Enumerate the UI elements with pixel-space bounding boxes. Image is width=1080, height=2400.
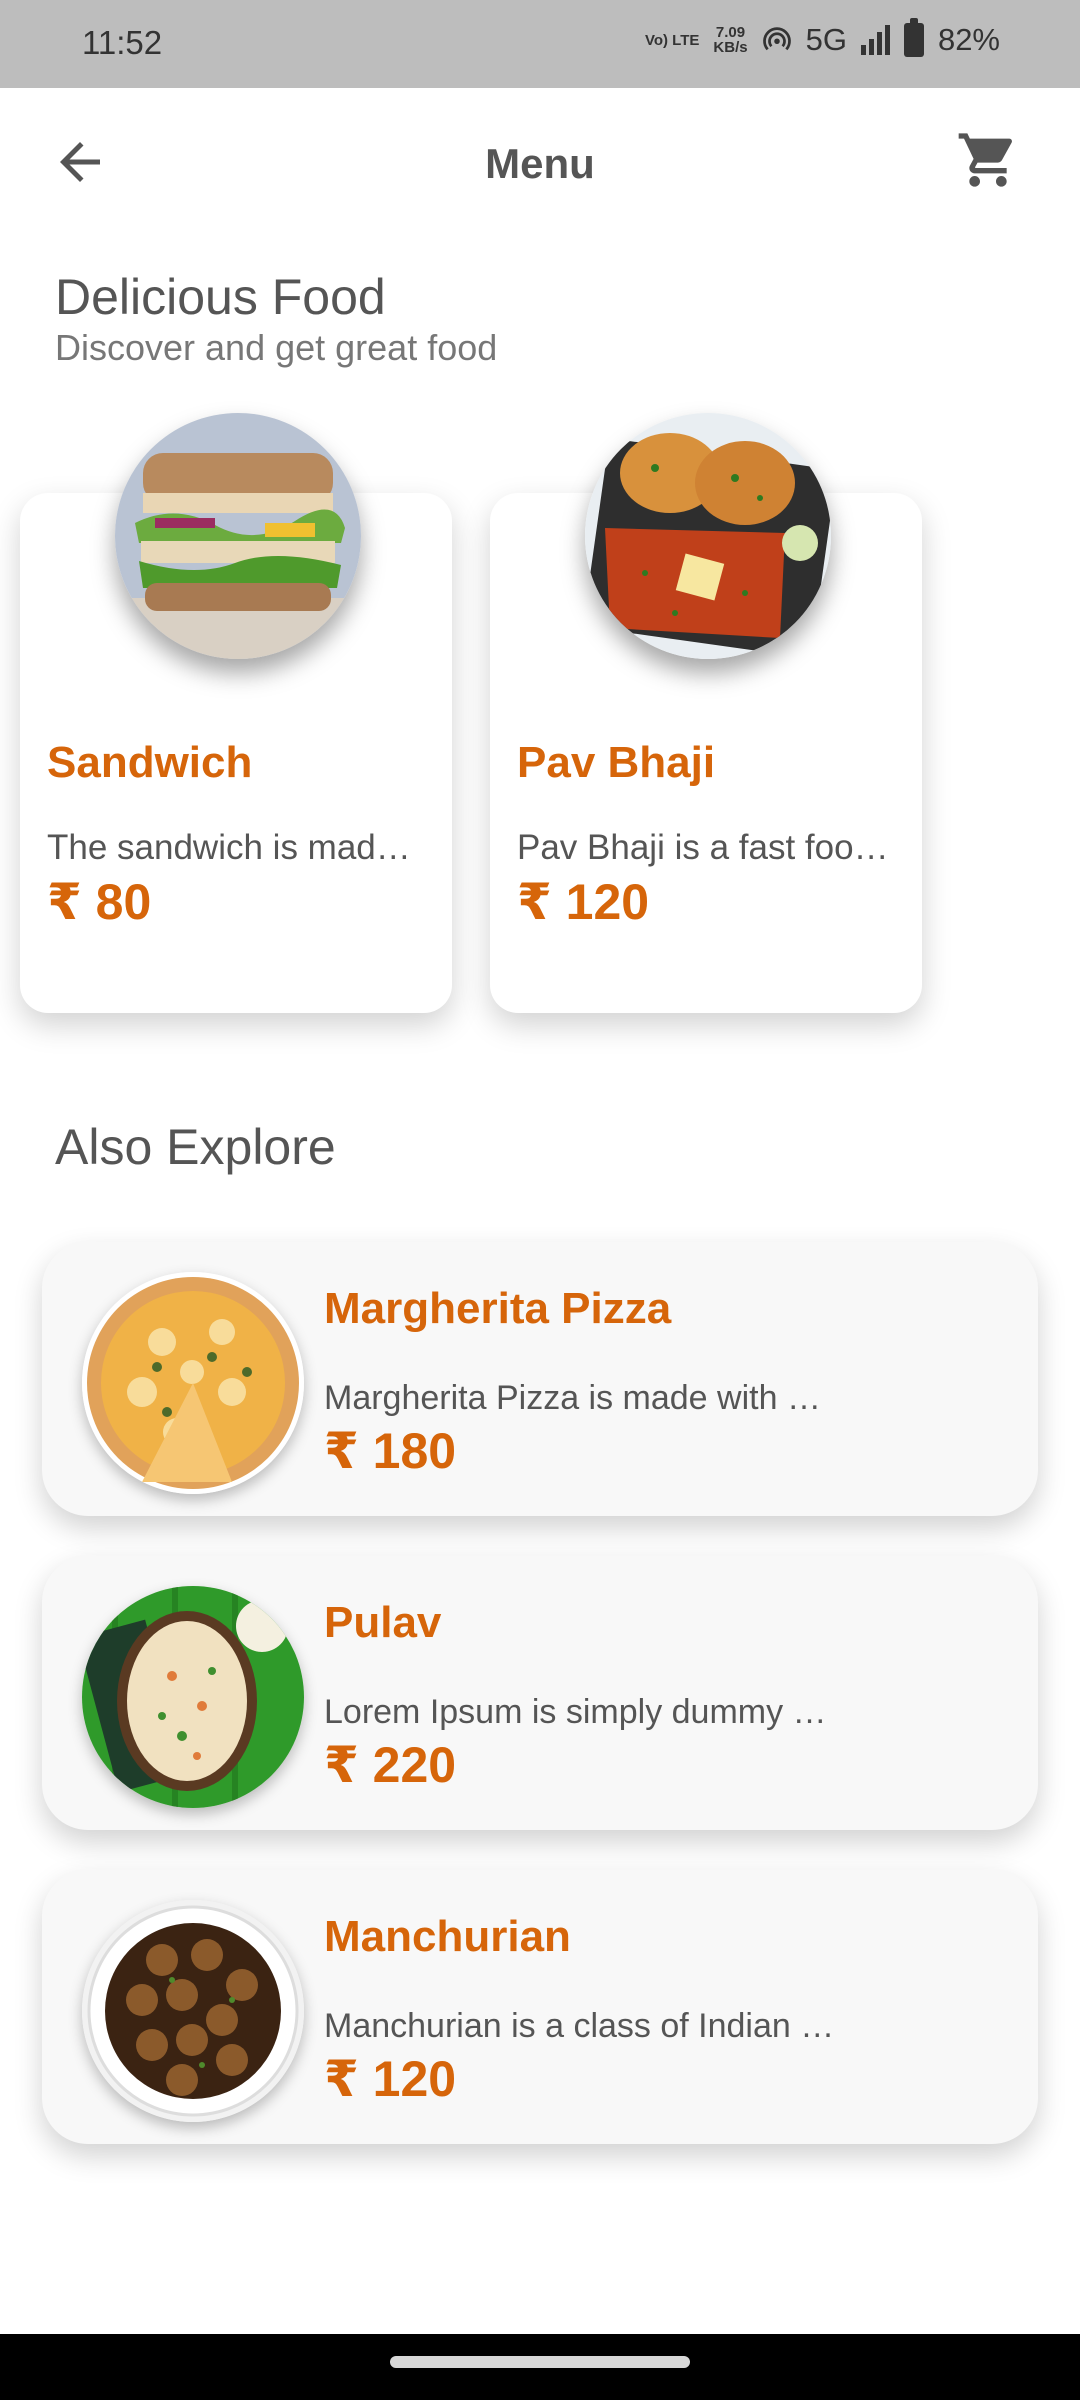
food-card-sandwich[interactable]: Sandwich The sandwich is mad… ₹ 80 (20, 413, 452, 1013)
card-description: The sandwich is mad… (47, 828, 411, 867)
pav-bhaji-image (585, 413, 831, 659)
network-speed: 7.09 KB/s (713, 25, 747, 55)
featured-subtitle: Discover and get great food (55, 327, 498, 368)
featured-title: Delicious Food (55, 269, 386, 325)
status-bar: 11:52 Vo) LTE 7.09 KB/s 5G 82% (0, 0, 1080, 88)
item-description: Margherita Pizza is made with … (324, 1379, 821, 1417)
item-price: ₹ 220 (324, 1737, 457, 1793)
explore-item-pulav[interactable]: Pulav Lorem Ipsum is simply dummy … ₹ 22… (42, 1556, 1038, 1830)
battery-percent: 82% (937, 22, 1000, 57)
hotspot-icon (762, 27, 791, 51)
item-name: Margherita Pizza (324, 1284, 672, 1333)
card-price: ₹ 120 (517, 874, 650, 930)
item-price: ₹ 180 (324, 1423, 457, 1479)
item-description: Lorem Ipsum is simply dummy … (324, 1693, 827, 1731)
explore-item-manchurian[interactable]: Manchurian Manchurian is a class of Indi… (42, 1870, 1038, 2144)
item-name: Pulav (324, 1598, 442, 1647)
system-nav-bar (0, 2334, 1080, 2400)
system-icons: Vo) LTE 7.09 KB/s 5G 82% (644, 18, 1000, 58)
cart-icon[interactable] (956, 128, 1020, 192)
page-title: Menu (485, 140, 595, 187)
card-price: ₹ 80 (47, 874, 152, 930)
manchurian-image (82, 1900, 304, 2122)
item-name: Manchurian (324, 1912, 571, 1961)
item-description: Manchurian is a class of Indian … (324, 2007, 835, 2045)
card-description: Pav Bhaji is a fast foo… (517, 828, 889, 867)
battery-icon (903, 18, 924, 57)
pizza-image (82, 1272, 304, 1494)
network-type: 5G (805, 22, 847, 57)
signal-icon (860, 25, 890, 55)
item-price: ₹ 120 (324, 2051, 457, 2107)
volte-icon: Vo) LTE (644, 31, 700, 49)
status-time: 11:52 (82, 24, 163, 61)
card-name: Sandwich (47, 738, 253, 787)
sandwich-image (115, 413, 361, 659)
pulav-image (82, 1586, 304, 1808)
explore-title: Also Explore (55, 1119, 336, 1175)
explore-item-margherita-pizza[interactable]: Margherita Pizza Margherita Pizza is mad… (42, 1242, 1038, 1516)
card-name: Pav Bhaji (517, 738, 716, 787)
network-speed-unit: KB/s (713, 39, 748, 56)
food-card-pav-bhaji[interactable]: Pav Bhaji Pav Bhaji is a fast foo… ₹ 120 (490, 413, 922, 1013)
app-bar: Menu (0, 88, 1080, 238)
home-gesture-bar[interactable] (390, 2356, 690, 2368)
